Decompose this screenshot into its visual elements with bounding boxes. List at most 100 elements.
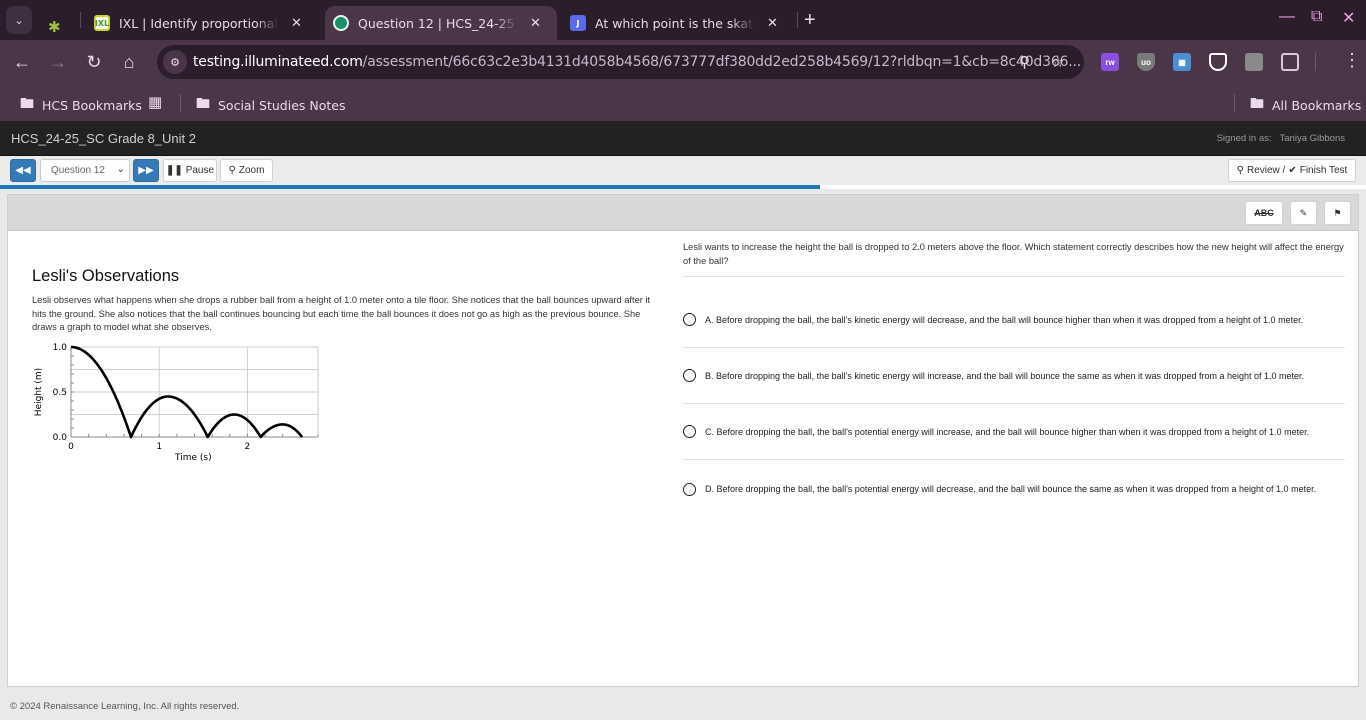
tab-title: At which point is the skateboar (595, 15, 755, 31)
restore-button[interactable]: ⧉ (1311, 8, 1322, 26)
home-button[interactable]: ⌂ (117, 50, 141, 74)
extensions-puzzle-icon[interactable] (1281, 53, 1299, 71)
y-tick-label: 0.5 (53, 388, 67, 398)
tab-brainly[interactable]: J At which point is the skateboar ✕ (562, 6, 794, 40)
user-name: Taniya Gibbons (1279, 133, 1345, 144)
all-bookmarks-label: All Bookmarks (1272, 97, 1362, 113)
notes-button[interactable]: ✎ (1290, 201, 1317, 225)
zoom-label: Zoom (238, 165, 265, 176)
apps-button[interactable]: ▦ (148, 93, 162, 111)
color-picker-extension-icon[interactable]: ▦ (1173, 53, 1191, 71)
illuminate-icon (333, 15, 349, 31)
rewordify-extension-icon[interactable]: rw (1101, 53, 1119, 71)
radio-button[interactable] (683, 425, 696, 438)
next-question-button[interactable]: ▶▶ (133, 159, 159, 182)
close-tab-icon[interactable]: ✕ (530, 16, 541, 31)
tab-separator (80, 12, 81, 28)
apps-grid-icon: ▦ (148, 93, 163, 111)
question-toolbar: ABC ✎ ⚑ (8, 195, 1358, 231)
app-header: HCS_24-25_SC Grade 8_Unit 2 Signed in as… (0, 121, 1366, 156)
search-icon: ⚲ (228, 165, 236, 176)
answer-choice-c[interactable]: C. Before dropping the ball, the ball's … (683, 404, 1345, 460)
finish-label: Finish Test (1299, 165, 1348, 176)
zoom-magnifier-icon[interactable]: ⚲ (1019, 53, 1030, 71)
answer-choice-a[interactable]: A. Before dropping the ball, the ball's … (683, 292, 1345, 348)
brainly-icon: J (570, 15, 586, 31)
copy-extension-icon[interactable] (1245, 53, 1263, 71)
edit-icon: ✎ (1299, 207, 1308, 218)
url-text[interactable]: testing.illuminateed.com/assessment/66c6… (193, 54, 1081, 70)
test-progress-fill (0, 185, 820, 189)
question-nav-bar: ◀◀ Question 12 ⌄ ▶▶ ❚❚ Pause ⚲ Zoom ⚲ Revie… (0, 156, 1366, 185)
forward-button[interactable]: → (46, 50, 70, 74)
answer-eliminator-button[interactable]: ABC (1245, 201, 1283, 225)
pause-button[interactable]: ❚❚ Pause (163, 159, 217, 182)
answer-choice-b[interactable]: B. Before dropping the ball, the ball's … (683, 348, 1345, 404)
close-tab-icon[interactable]: ✕ (767, 16, 778, 31)
passage: Lesli's Observations Lesli observes what… (32, 267, 662, 335)
tab-separator (797, 12, 798, 28)
radio-button[interactable] (683, 369, 696, 382)
radio-button[interactable] (683, 313, 696, 326)
zoom-button[interactable]: ⚲ Zoom (220, 159, 273, 182)
question-prompt: Lesli wants to increase the height the b… (683, 241, 1345, 277)
new-tab-button[interactable]: + (804, 9, 816, 32)
bookmark-social-studies[interactable]: 🖿 Social Studies Notes (196, 93, 345, 117)
tab-question-12[interactable]: Question 12 | HCS_24-25_SC Gr ✕ (325, 6, 557, 40)
back-button[interactable]: ← (10, 50, 34, 74)
choice-text: B. Before dropping the ball, the ball's … (705, 370, 1305, 381)
ublock-icon[interactable]: uo (1137, 53, 1155, 71)
review-label: Review / (1246, 165, 1286, 176)
previous-question-button[interactable]: ◀◀ (10, 159, 36, 182)
browser-menu-icon[interactable]: ⋮ (1343, 50, 1361, 71)
bookmarks-separator (180, 94, 181, 112)
tab-strip: ⌄ ✱ IXL IXL | Identify proportional rela… (0, 0, 1366, 40)
search-icon: ⚲ (1236, 165, 1244, 176)
passage-body: Lesli observes what happens when she dro… (32, 295, 651, 332)
bookmark-star-icon[interactable]: ☆ (1051, 53, 1064, 71)
choice-text: C. Before dropping the ball, the ball's … (705, 426, 1310, 437)
selected-question: Question 12 (51, 165, 105, 176)
flag-button[interactable]: ⚑ (1324, 201, 1351, 225)
browser-toolbar: ← → ↻ ⌂ ⚙ testing.illuminateed.com/asses… (0, 40, 1366, 85)
radio-button[interactable] (683, 482, 696, 496)
address-bar[interactable]: ⚙ testing.illuminateed.com/assessment/66… (157, 45, 1084, 79)
pinned-tab[interactable]: ✱ (48, 10, 61, 44)
tab-search-button[interactable]: ⌄ (6, 6, 32, 34)
answer-choice-d[interactable]: D. Before dropping the ball, the ball's … (683, 461, 1345, 517)
folder-icon: 🖿 (1250, 96, 1264, 112)
test-progress-bar (0, 185, 1366, 189)
y-tick-label: 1.0 (53, 343, 68, 353)
reload-icon: ↻ (86, 51, 102, 72)
tab-title: Question 12 | HCS_24-25_SC Gr (358, 15, 518, 31)
passage-title: Lesli's Observations (32, 267, 180, 285)
footer-copyright: © 2024 Renaissance Learning, Inc. All ri… (10, 701, 240, 712)
arrow-right-icon: → (49, 51, 67, 72)
url-path: /assessment/66c63c2e3b4131d4058b4568/673… (362, 54, 1082, 70)
close-tab-icon[interactable]: ✕ (291, 16, 302, 31)
question-select[interactable]: Question 12 ⌄ (40, 159, 130, 182)
bounce-height-chart: 0 1 2 0.0 0.5 1.0 Time (s) Height (m) (34, 343, 319, 463)
bookmarks-bar: 🖿 HCS Bookmarks ▦ 🖿 Social Studies Notes… (0, 85, 1366, 121)
all-bookmarks[interactable]: 🖿 All Bookmarks (1250, 93, 1361, 117)
assessment-title: HCS_24-25_SC Grade 8_Unit 2 (11, 131, 196, 146)
review-finish-button[interactable]: ⚲ Review / ✔ Finish Test (1228, 159, 1356, 182)
backward-icon: ◀◀ (15, 165, 31, 176)
bookmark-hcs[interactable]: 🖿 HCS Bookmarks (20, 93, 142, 117)
y-tick-label: 0.0 (53, 433, 68, 443)
minimize-button[interactable]: — (1279, 8, 1295, 26)
reload-button[interactable]: ↻ (82, 50, 106, 74)
close-window-button[interactable]: ✕ (1342, 8, 1355, 28)
choice-text: A. Before dropping the ball, the ball's … (705, 314, 1304, 325)
chevron-down-icon: ⌄ (14, 14, 24, 27)
chevron-down-icon: ⌄ (116, 164, 125, 175)
shield-extension-icon[interactable] (1209, 53, 1227, 71)
site-info-button[interactable]: ⚙ (163, 50, 187, 74)
forward-icon: ▶▶ (138, 165, 154, 176)
managed-folder-icon: 🖿 (20, 96, 34, 112)
pause-icon: ❚❚ (165, 165, 183, 176)
pinned-app-icon: ✱ (48, 18, 61, 36)
x-tick-label: 0 (68, 442, 74, 452)
tab-ixl[interactable]: IXL IXL | Identify proportional relati ✕ (86, 6, 318, 40)
x-tick-label: 1 (156, 442, 162, 452)
